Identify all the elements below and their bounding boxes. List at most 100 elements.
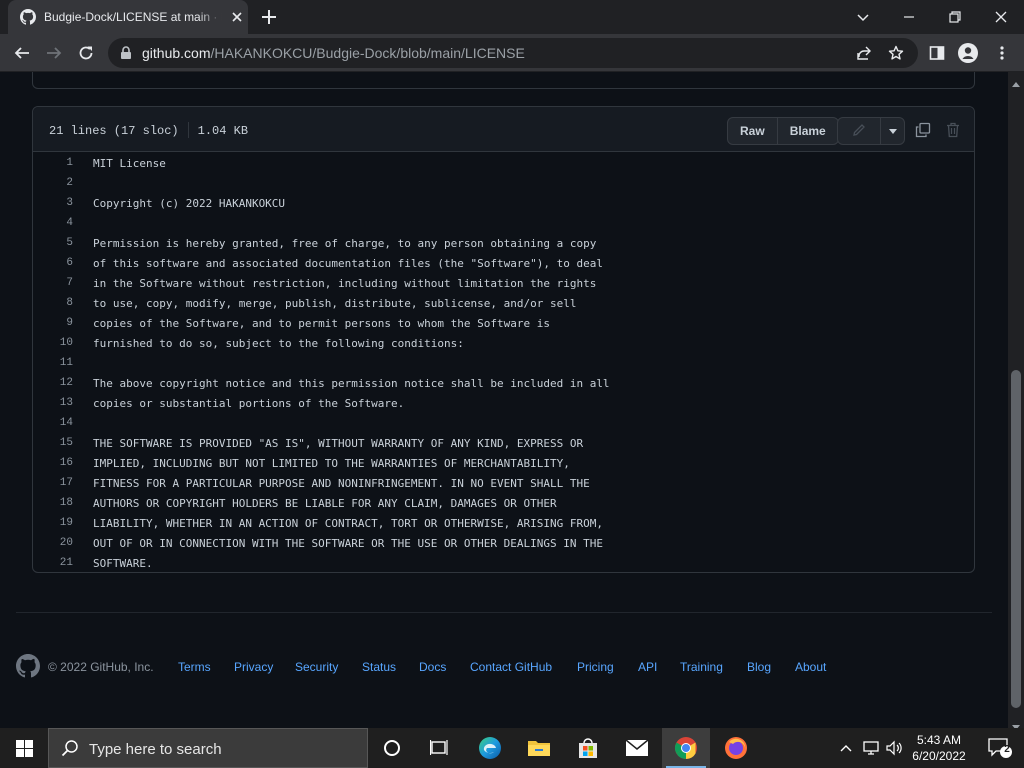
line-number[interactable]: 5 xyxy=(33,237,73,249)
volume-icon[interactable] xyxy=(884,728,906,768)
raw-button[interactable]: Raw xyxy=(728,118,777,144)
line-number[interactable]: 6 xyxy=(33,257,73,269)
cortana-icon[interactable] xyxy=(368,728,416,768)
more-vertical-icon[interactable] xyxy=(992,43,1012,63)
clock-date: 6/20/2022 xyxy=(912,749,966,763)
line-number[interactable]: 9 xyxy=(33,317,73,329)
footer-link-privacy[interactable]: Privacy xyxy=(234,660,273,674)
line-number[interactable]: 15 xyxy=(33,437,73,449)
line-number[interactable]: 7 xyxy=(33,277,73,289)
restore-icon[interactable] xyxy=(932,0,978,34)
folder-icon[interactable] xyxy=(515,728,563,768)
firefox-icon[interactable] xyxy=(712,728,760,768)
notification-center-icon[interactable]: 2 xyxy=(976,728,1024,768)
footer-link-training[interactable]: Training xyxy=(680,660,723,674)
file-view-buttons: Raw Blame xyxy=(727,117,839,145)
triangle-down-icon xyxy=(888,124,897,138)
footer-link-terms[interactable]: Terms xyxy=(178,660,211,674)
arrow-left-icon[interactable] xyxy=(12,43,32,63)
taskbar-clock[interactable]: 5:43 AM 6/20/2022 xyxy=(906,732,972,764)
arrow-right-icon[interactable] xyxy=(44,43,64,63)
browser-tab-bar: Budgie-Dock/LICENSE at main · HAKANKOKCU… xyxy=(0,0,1024,34)
code-line: furnished to do so, subject to the follo… xyxy=(93,337,464,350)
windows-taskbar: Type here to search 5:43 AM 6/20/2022 2 xyxy=(0,728,1024,768)
edit-file-button[interactable] xyxy=(838,118,880,144)
file-header: 21 lines (17 sloc) 1.04 KB Raw Blame xyxy=(33,107,974,152)
code-line: copies of the Software, and to permit pe… xyxy=(93,317,550,330)
notification-count: 2 xyxy=(1004,744,1010,755)
line-number[interactable]: 11 xyxy=(33,357,73,369)
file-lines-info: 21 lines (17 sloc) xyxy=(49,124,179,138)
tab-search-icon[interactable] xyxy=(840,0,886,34)
side-panel-icon[interactable] xyxy=(927,43,947,63)
footer-link-about[interactable]: About xyxy=(795,660,826,674)
footer-link-blog[interactable]: Blog xyxy=(747,660,771,674)
taskbar-search-placeholder: Type here to search xyxy=(89,741,222,758)
profile-icon[interactable] xyxy=(958,43,978,63)
line-number[interactable]: 8 xyxy=(33,297,73,309)
task-view-icon[interactable] xyxy=(416,728,464,768)
line-number[interactable]: 20 xyxy=(33,537,73,549)
star-icon[interactable] xyxy=(888,45,904,66)
site-footer: © 2022 GitHub, Inc. Terms Privacy Securi… xyxy=(16,654,992,682)
footer-link-api[interactable]: API xyxy=(638,660,657,674)
windows-icon[interactable] xyxy=(0,728,48,768)
minimize-icon[interactable] xyxy=(886,0,932,34)
line-number[interactable]: 18 xyxy=(33,497,73,509)
plus-icon[interactable] xyxy=(260,8,278,26)
line-number[interactable]: 13 xyxy=(33,397,73,409)
browser-toolbar: github.com/HAKANKOKCU/Budgie-Dock/blob/m… xyxy=(0,34,1024,72)
line-number[interactable]: 14 xyxy=(33,417,73,429)
chrome-icon[interactable] xyxy=(662,728,710,768)
chevron-up-icon[interactable] xyxy=(834,728,858,768)
github-icon[interactable] xyxy=(16,654,40,683)
footer-link-security[interactable]: Security xyxy=(295,660,338,674)
network-icon[interactable] xyxy=(858,728,884,768)
line-number[interactable]: 17 xyxy=(33,477,73,489)
share-icon[interactable] xyxy=(856,45,872,66)
taskbar-search-box[interactable]: Type here to search xyxy=(48,728,368,768)
trash-icon[interactable] xyxy=(943,120,963,140)
code-line: to use, copy, modify, merge, publish, di… xyxy=(93,297,577,310)
file-info-divider xyxy=(187,122,189,138)
previous-box-bottom xyxy=(32,72,975,89)
footer-link-status[interactable]: Status xyxy=(362,660,396,674)
line-number[interactable]: 12 xyxy=(33,377,73,389)
line-number[interactable]: 3 xyxy=(33,197,73,209)
search-icon xyxy=(61,739,79,762)
line-number[interactable]: 19 xyxy=(33,517,73,529)
tab-title: Budgie-Dock/LICENSE at main · HAKANKOKCU… xyxy=(44,10,222,24)
copy-icon[interactable] xyxy=(913,120,933,140)
store-icon[interactable] xyxy=(564,728,612,768)
page-scrollbar[interactable] xyxy=(1008,72,1024,730)
scrollbar-thumb[interactable] xyxy=(1011,370,1021,708)
close-icon[interactable] xyxy=(230,10,244,24)
line-number[interactable]: 2 xyxy=(33,177,73,189)
code-line: FITNESS FOR A PARTICULAR PURPOSE AND NON… xyxy=(93,477,590,490)
address-bar[interactable]: github.com/HAKANKOKCU/Budgie-Dock/blob/m… xyxy=(108,38,918,68)
url-host: github.com xyxy=(142,45,211,61)
github-icon xyxy=(20,9,36,25)
browser-tab[interactable]: Budgie-Dock/LICENSE at main · HAKANKOKCU… xyxy=(8,0,248,34)
edit-options-button[interactable] xyxy=(880,118,904,144)
pencil-icon xyxy=(852,123,866,140)
reload-icon[interactable] xyxy=(76,43,96,63)
line-number[interactable]: 1 xyxy=(33,157,73,169)
file-box: 21 lines (17 sloc) 1.04 KB Raw Blame 1 M… xyxy=(32,106,975,573)
mail-icon[interactable] xyxy=(613,728,661,768)
blame-button[interactable]: Blame xyxy=(776,118,838,144)
footer-link-contact-github[interactable]: Contact GitHub xyxy=(470,660,552,674)
scroll-up-arrow-icon[interactable] xyxy=(1012,75,1020,93)
edit-button-group xyxy=(837,117,905,145)
line-number[interactable]: 21 xyxy=(33,557,73,569)
footer-link-docs[interactable]: Docs xyxy=(419,660,446,674)
code-line: IMPLIED, INCLUDING BUT NOT LIMITED TO TH… xyxy=(93,457,570,470)
code-line: in the Software without restriction, inc… xyxy=(93,277,597,290)
footer-link-pricing[interactable]: Pricing xyxy=(577,660,614,674)
edge-icon[interactable] xyxy=(466,728,514,768)
line-number[interactable]: 16 xyxy=(33,457,73,469)
lock-icon[interactable] xyxy=(120,46,132,65)
close-window-icon[interactable] xyxy=(978,0,1024,34)
line-number[interactable]: 10 xyxy=(33,337,73,349)
line-number[interactable]: 4 xyxy=(33,217,73,229)
